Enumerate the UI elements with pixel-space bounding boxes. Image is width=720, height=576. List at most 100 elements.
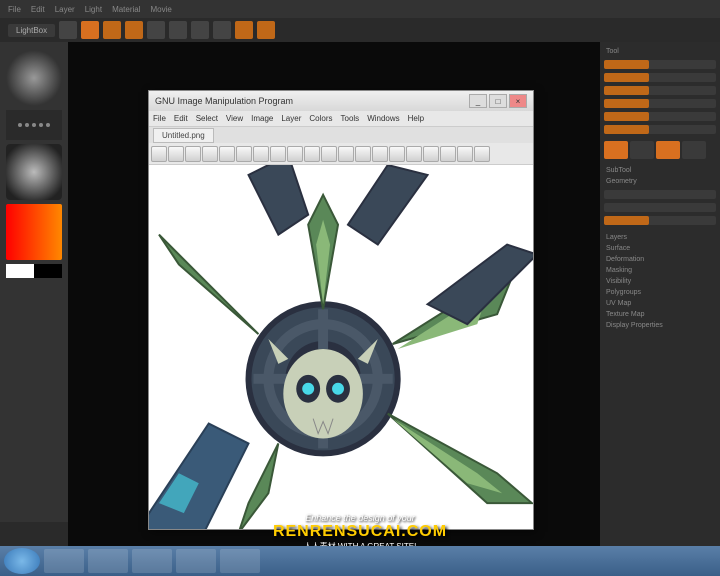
mode-btn-2[interactable] <box>630 141 654 159</box>
gimp-tool-3[interactable] <box>185 146 201 162</box>
mode-btn-1[interactable] <box>604 141 628 159</box>
gimp-tool-10[interactable] <box>304 146 320 162</box>
gimp-menu-bar: File Edit Select View Image Layer Colors… <box>149 111 533 127</box>
gimp-title: GNU Image Manipulation Program <box>155 96 293 106</box>
taskbar-item-1[interactable] <box>44 549 84 573</box>
watermark-brand: RENRENSUCAI.COM <box>273 523 447 541</box>
gimp-window[interactable]: GNU Image Manipulation Program _ □ × Fil… <box>148 90 534 530</box>
geometry-label[interactable]: Geometry <box>604 176 716 187</box>
slider-5[interactable] <box>604 112 716 121</box>
gimp-tool-18[interactable] <box>440 146 456 162</box>
slider-1[interactable] <box>604 60 716 69</box>
gimp-menu-select[interactable]: Select <box>196 114 218 123</box>
gimp-tool-13[interactable] <box>355 146 371 162</box>
gimp-menu-layer[interactable]: Layer <box>281 114 301 123</box>
menu-movie[interactable]: Movie <box>151 5 172 14</box>
gimp-tool-15[interactable] <box>389 146 405 162</box>
left-tool-panel <box>0 42 68 522</box>
gimp-tool-12[interactable] <box>338 146 354 162</box>
windows-taskbar <box>0 546 720 576</box>
gimp-tool-6[interactable] <box>236 146 252 162</box>
gimp-menu-help[interactable]: Help <box>408 114 424 123</box>
weapon-artwork <box>149 165 533 529</box>
toolbar-btn-b[interactable] <box>213 21 231 39</box>
taskbar-item-5[interactable] <box>220 549 260 573</box>
layers-label[interactable]: Layers <box>604 232 716 243</box>
gimp-titlebar[interactable]: GNU Image Manipulation Program _ □ × <box>149 91 533 111</box>
masking-label[interactable]: Masking <box>604 265 716 276</box>
toolbar-btn-c[interactable] <box>235 21 253 39</box>
toolbar-btn-a[interactable] <box>191 21 209 39</box>
texture-label[interactable]: Texture Map <box>604 309 716 320</box>
uv-label[interactable]: UV Map <box>604 298 716 309</box>
menu-edit[interactable]: Edit <box>31 5 45 14</box>
gimp-toolbar <box>149 143 533 165</box>
gimp-tool-5[interactable] <box>219 146 235 162</box>
slider-4[interactable] <box>604 99 716 108</box>
stroke-dots-icon <box>18 123 50 127</box>
menu-material[interactable]: Material <box>112 5 140 14</box>
gimp-tool-14[interactable] <box>372 146 388 162</box>
maximize-button[interactable]: □ <box>489 94 507 108</box>
geo-slider-2[interactable] <box>604 203 716 212</box>
color-swatches[interactable] <box>6 264 62 278</box>
gimp-menu-windows[interactable]: Windows <box>367 114 399 123</box>
brush-selector[interactable] <box>6 50 62 106</box>
slider-3[interactable] <box>604 86 716 95</box>
mode-btn-3[interactable] <box>656 141 680 159</box>
slider-6[interactable] <box>604 125 716 134</box>
start-button[interactable] <box>4 548 40 574</box>
menu-file[interactable]: File <box>8 5 21 14</box>
gimp-tool-16[interactable] <box>406 146 422 162</box>
alpha-selector[interactable] <box>6 144 62 200</box>
gimp-menu-file[interactable]: File <box>153 114 166 123</box>
slider-2[interactable] <box>604 73 716 82</box>
close-button[interactable]: × <box>509 94 527 108</box>
toolbar-btn-move[interactable] <box>125 21 143 39</box>
gimp-tool-2[interactable] <box>168 146 184 162</box>
color-picker[interactable] <box>6 204 62 260</box>
zbrush-application: File Edit Layer Light Material Movie Lig… <box>0 0 720 576</box>
gimp-tool-20[interactable] <box>474 146 490 162</box>
display-label[interactable]: Display Properties <box>604 320 716 331</box>
menu-layer[interactable]: Layer <box>55 5 75 14</box>
geo-slider-3[interactable] <box>604 216 716 225</box>
surface-label[interactable]: Surface <box>604 243 716 254</box>
toolbar-btn-draw[interactable] <box>103 21 121 39</box>
gimp-document-tab[interactable]: Untitled.png <box>153 128 214 143</box>
visibility-label[interactable]: Visibility <box>604 276 716 287</box>
polygroups-label[interactable]: Polygroups <box>604 287 716 298</box>
minimize-button[interactable]: _ <box>469 94 487 108</box>
taskbar-item-3[interactable] <box>132 549 172 573</box>
gimp-menu-edit[interactable]: Edit <box>174 114 188 123</box>
gimp-tool-19[interactable] <box>457 146 473 162</box>
gimp-menu-image[interactable]: Image <box>251 114 273 123</box>
gimp-canvas[interactable] <box>149 165 533 529</box>
mode-btn-4[interactable] <box>682 141 706 159</box>
toolbar-btn-1[interactable] <box>59 21 77 39</box>
menu-light[interactable]: Light <box>85 5 102 14</box>
gimp-tool-11[interactable] <box>321 146 337 162</box>
gimp-tool-4[interactable] <box>202 146 218 162</box>
gimp-tool-7[interactable] <box>253 146 269 162</box>
toolbar-btn-rotate[interactable] <box>169 21 187 39</box>
gimp-tool-9[interactable] <box>287 146 303 162</box>
taskbar-item-4[interactable] <box>176 549 216 573</box>
toolbar-btn-d[interactable] <box>257 21 275 39</box>
toolbar-btn-edit[interactable] <box>81 21 99 39</box>
toolbar-btn-scale[interactable] <box>147 21 165 39</box>
gimp-tool-1[interactable] <box>151 146 167 162</box>
gimp-menu-tools[interactable]: Tools <box>341 114 360 123</box>
gimp-tool-17[interactable] <box>423 146 439 162</box>
tool-section-label[interactable]: Tool <box>604 46 716 57</box>
deformation-label[interactable]: Deformation <box>604 254 716 265</box>
lightbox-dropdown[interactable]: LightBox <box>8 24 55 37</box>
taskbar-item-2[interactable] <box>88 549 128 573</box>
geo-slider-1[interactable] <box>604 190 716 199</box>
gimp-menu-colors[interactable]: Colors <box>309 114 332 123</box>
top-toolbar: LightBox <box>0 18 720 42</box>
gimp-tool-8[interactable] <box>270 146 286 162</box>
stroke-selector[interactable] <box>6 110 62 140</box>
subtool-label[interactable]: SubTool <box>604 165 716 176</box>
gimp-menu-view[interactable]: View <box>226 114 243 123</box>
